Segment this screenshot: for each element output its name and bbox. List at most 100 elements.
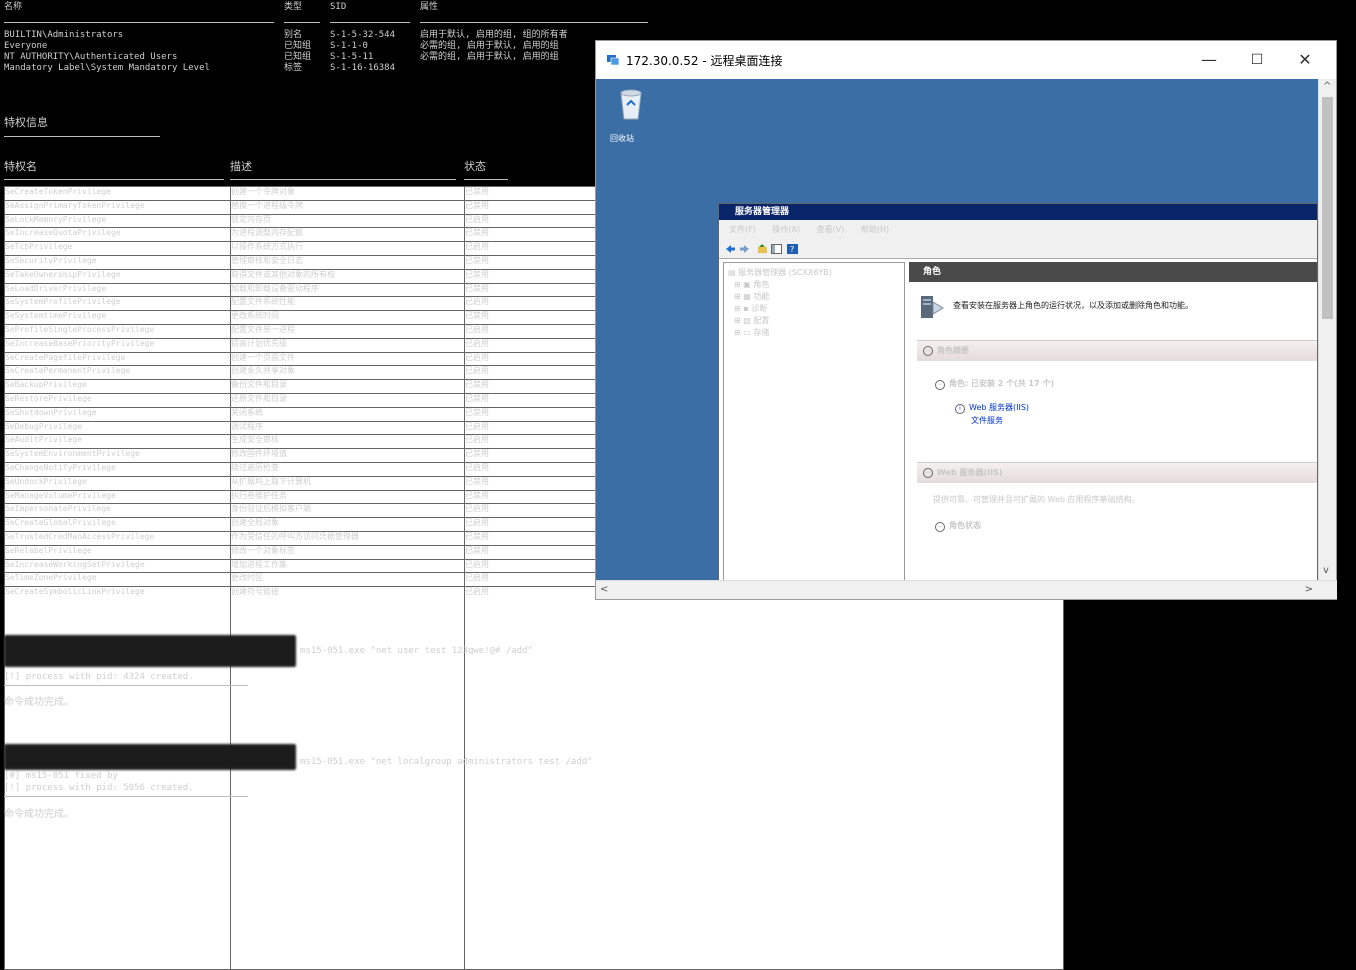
cmd-line-1: ms15-051.exe "net user test 123qwe!@# /a…	[300, 646, 533, 656]
expand-icon[interactable]: ⊞	[734, 292, 743, 301]
group-attr: 必需的组, 启用于默认, 启用的组	[420, 41, 559, 51]
scroll-left-icon[interactable]: <	[600, 584, 608, 595]
tree-item-roles[interactable]: ⊞ ▣ 角色	[734, 279, 769, 290]
divider	[464, 179, 508, 180]
server-manager-window[interactable]: 服务器管理器 文件(F) 操作(A) 查看(V) 帮助(H) ? ▤ 服务器管理…	[718, 203, 1318, 582]
group-attr: 必需的组, 启用于默认, 启用的组	[420, 52, 559, 62]
group-name: Everyone	[4, 41, 48, 51]
horizontal-scrollbar[interactable]: < >	[596, 580, 1337, 599]
collapse-icon[interactable]: −	[923, 346, 933, 356]
group-name: BUILTIN\Administrators	[4, 30, 124, 40]
rdp-titlebar[interactable]: 172.30.0.52 - 远程桌面连接 — ☐ ✕	[596, 41, 1336, 79]
vertical-scrollbar[interactable]: ^ v	[1318, 79, 1336, 582]
divider	[4, 179, 224, 180]
tree-item-features[interactable]: ⊞ ▦ 功能	[734, 291, 769, 302]
group-type: 已知组	[284, 52, 312, 62]
roles-header: 角色	[909, 262, 1317, 282]
help-icon[interactable]: ?	[787, 244, 798, 254]
col-header-name: 名称	[4, 2, 23, 12]
forward-arrow-icon[interactable]	[739, 244, 750, 254]
cmd-output: [!] process with pid: 4324 created.	[4, 672, 194, 682]
menu-file[interactable]: 文件(F)	[729, 225, 756, 234]
server-roles-icon	[921, 296, 944, 318]
configuration-icon: ▧	[743, 316, 754, 325]
minimize-button[interactable]: —	[1186, 47, 1232, 73]
tree-item-root[interactable]: ▤ 服务器管理器 (SCXX6YB)	[728, 267, 832, 278]
roles-icon: ▣	[743, 280, 754, 289]
back-arrow-icon[interactable]	[725, 244, 736, 254]
server-icon: ▤	[728, 268, 739, 277]
col-header-attr: 属性	[420, 2, 439, 12]
features-icon: ▦	[743, 292, 754, 301]
expand-icon[interactable]: ⊞	[734, 328, 743, 337]
blurred-path	[4, 635, 296, 667]
cmd-output: [!] process with pid: 5056 created.	[4, 783, 194, 793]
role-link-web-server[interactable]: i Web 服务器(IIS)	[955, 402, 1029, 414]
rdp-title: 172.30.0.52 - 远程桌面连接	[626, 54, 783, 68]
col-header-type: 类型	[284, 2, 303, 12]
up-folder-icon[interactable]	[757, 244, 768, 254]
menu-help[interactable]: 帮助(H)	[861, 225, 889, 234]
priv-header-desc: 描述	[230, 160, 252, 173]
expand-icon[interactable]: ⊞	[734, 316, 743, 325]
details-pane: 角色 查看安装在服务器上角色的运行状况，以及添加或删除角色和功能。 − 角色摘要…	[909, 262, 1317, 582]
group-name: Mandatory Label\System Mandatory Level	[4, 63, 210, 73]
expand-icon[interactable]: ⊞	[734, 304, 743, 313]
group-sid: S-1-1-0	[330, 41, 368, 51]
group-sid: S-1-5-11	[330, 52, 374, 62]
cmd-output: 命令成功完成。	[4, 809, 74, 820]
divider	[420, 22, 648, 23]
group-type: 别名	[284, 30, 303, 40]
collapse-icon[interactable]: −	[935, 522, 945, 532]
divider	[330, 22, 410, 23]
scroll-up-icon[interactable]: ^	[1323, 81, 1331, 92]
menu-action[interactable]: 操作(A)	[772, 225, 800, 234]
server-manager-title-text: 服务器管理器	[735, 207, 790, 217]
collapse-icon[interactable]: −	[935, 380, 945, 390]
tree-item-diagnostics[interactable]: ⊞ ▪ 诊断	[734, 303, 767, 314]
rdp-window[interactable]: 172.30.0.52 - 远程桌面连接 — ☐ ✕ 回收站 服务器管理器 文件…	[595, 40, 1337, 600]
priv-header-state: 状态	[464, 160, 486, 173]
group-type: 已知组	[284, 41, 312, 51]
scroll-thumb[interactable]	[1322, 97, 1333, 319]
cmd-output: 命令成功完成。	[4, 697, 74, 708]
server-manager-title: 服务器管理器	[719, 204, 1317, 220]
divider	[4, 22, 274, 23]
privileges-title: 特权信息	[4, 116, 48, 129]
priv-header-name: 特权名	[4, 160, 37, 173]
close-button[interactable]: ✕	[1282, 47, 1328, 73]
tree-item-storage[interactable]: ⊞ ▭ 存储	[734, 327, 769, 338]
group-type: 标签	[284, 63, 303, 73]
divider	[4, 685, 248, 686]
recycle-bin-icon[interactable]	[616, 87, 646, 121]
col-header-sid: SID	[330, 2, 347, 12]
tree-item-configuration[interactable]: ⊞ ▧ 配置	[734, 315, 769, 326]
group-name: NT AUTHORITY\Authenticated Users	[4, 52, 178, 62]
divider	[284, 22, 320, 23]
privilege-state: 已启用	[464, 586, 1064, 970]
divider	[4, 796, 248, 797]
web-server-section[interactable]: − Web 服务器(IIS)	[917, 462, 1317, 483]
scroll-down-icon[interactable]: v	[1323, 565, 1329, 576]
roles-count: − 角色: 已安装 2 个(共 17 个)	[935, 378, 1054, 390]
menu-bar: 文件(F) 操作(A) 查看(V) 帮助(H)	[719, 220, 1317, 240]
expand-icon[interactable]: ⊞	[734, 280, 743, 289]
show-hide-tree-icon[interactable]	[771, 244, 782, 254]
maximize-button[interactable]: ☐	[1234, 47, 1280, 73]
group-sid: S-1-5-32-544	[330, 30, 396, 40]
collapse-icon[interactable]: −	[923, 468, 933, 478]
navigation-tree[interactable]: ▤ 服务器管理器 (SCXX6YB) ⊞ ▣ 角色 ⊞ ▦ 功能 ⊞ ▪ 诊断 …	[723, 262, 905, 582]
remote-desktop-icon	[607, 55, 620, 66]
divider	[4, 136, 160, 137]
menu-view[interactable]: 查看(V)	[817, 225, 845, 234]
divider	[230, 179, 456, 180]
roles-description: 查看安装在服务器上角色的运行状况，以及添加或删除角色和功能。	[953, 301, 1193, 310]
group-sid: S-1-16-16384	[330, 63, 396, 73]
info-icon: i	[955, 404, 965, 414]
remote-desktop[interactable]: 回收站 服务器管理器 文件(F) 操作(A) 查看(V) 帮助(H) ? ▤ 服…	[596, 79, 1320, 582]
scroll-right-icon[interactable]: >	[1305, 584, 1313, 595]
cmd-output: [#] ms15-051 fixed by	[4, 771, 118, 781]
roles-summary-section[interactable]: − 角色摘要	[917, 340, 1317, 361]
role-link-file-services[interactable]: 文件服务	[971, 415, 1003, 426]
toolbar: ?	[719, 240, 1317, 259]
